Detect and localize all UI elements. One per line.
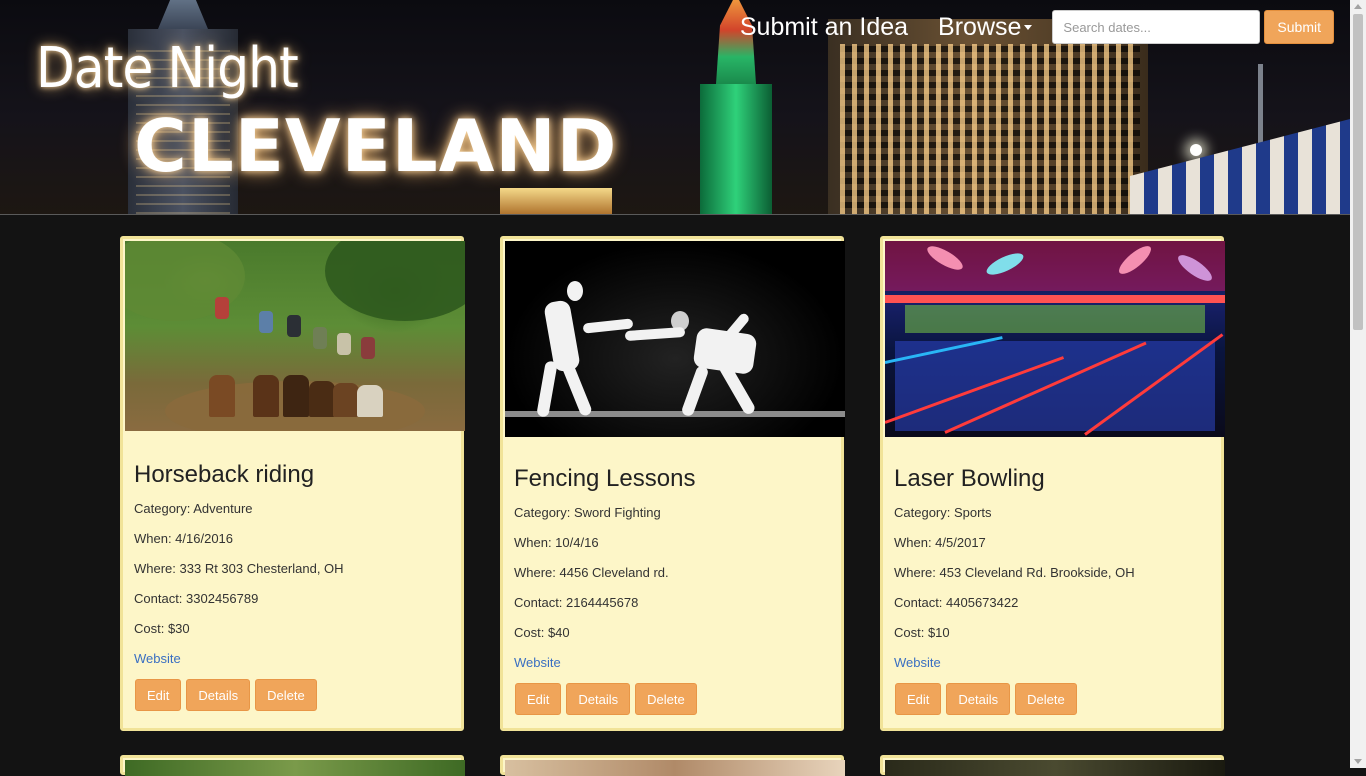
- card-cost: Cost: $10: [894, 625, 950, 640]
- nav-submit-idea[interactable]: Submit an Idea: [740, 13, 908, 42]
- nav-browse-dropdown[interactable]: Browse: [938, 12, 1033, 42]
- date-card: Fencing Lessons Category: Sword Fighting…: [500, 236, 845, 731]
- skyline-spire: [158, 0, 208, 29]
- logo-date-night[interactable]: Date Night: [36, 36, 299, 101]
- delete-button[interactable]: Delete: [255, 679, 317, 711]
- date-card: [880, 755, 1225, 776]
- card-website-link[interactable]: Website: [134, 651, 181, 666]
- card-image: [125, 760, 465, 776]
- card-website-link[interactable]: Website: [894, 655, 941, 670]
- terminal-tower: [700, 84, 772, 214]
- delete-button[interactable]: Delete: [1015, 683, 1077, 715]
- search-input[interactable]: [1052, 10, 1261, 44]
- date-card: Laser Bowling Category: Sports When: 4/5…: [880, 236, 1225, 731]
- arcade-building: [1130, 119, 1350, 214]
- card-image: [885, 760, 1225, 776]
- card-title: Fencing Lessons: [514, 465, 696, 492]
- date-card: Horseback riding Category: Adventure Whe…: [120, 236, 465, 731]
- details-button[interactable]: Details: [566, 683, 631, 715]
- card-title: Horseback riding: [134, 461, 315, 488]
- card-where: Where: 453 Cleveland Rd. Brookside, OH: [894, 565, 1135, 580]
- card-actions: Edit Details Delete: [895, 683, 1082, 715]
- card-image: [505, 760, 845, 776]
- page-scrollbar[interactable]: [1350, 0, 1366, 768]
- date-card: [120, 755, 465, 776]
- card-where: Where: 333 Rt 303 Chesterland, OH: [134, 561, 344, 576]
- logo-cleveland[interactable]: CLEVELAND: [134, 104, 617, 188]
- nav-browse-label: Browse: [938, 12, 1022, 41]
- details-button[interactable]: Details: [186, 679, 251, 711]
- card-where: Where: 4456 Cleveland rd.: [514, 565, 669, 580]
- card-contact: Contact: 4405673422: [894, 595, 1019, 610]
- card-title: Laser Bowling: [894, 465, 1045, 492]
- street-lamp-light: [1190, 144, 1202, 156]
- card-category: Category: Sports: [894, 505, 992, 520]
- details-button[interactable]: Details: [946, 683, 1011, 715]
- edit-button[interactable]: Edit: [135, 679, 182, 711]
- scroll-up-icon[interactable]: [1354, 4, 1362, 9]
- card-category: Category: Sword Fighting: [514, 505, 661, 520]
- card-cost: Cost: $40: [514, 625, 570, 640]
- card-when: When: 4/16/2016: [134, 531, 234, 546]
- card-when: When: 4/5/2017: [894, 535, 986, 550]
- card-when: When: 10/4/16: [514, 535, 599, 550]
- search-submit-button[interactable]: Submit: [1264, 10, 1334, 44]
- card-contact: Contact: 2164445678: [514, 595, 639, 610]
- skyline-building: [500, 188, 612, 214]
- card-website-link[interactable]: Website: [514, 655, 561, 670]
- edit-button[interactable]: Edit: [895, 683, 942, 715]
- edit-button[interactable]: Edit: [515, 683, 562, 715]
- card-contact: Contact: 3302456789: [134, 591, 259, 606]
- horseback-riding-image: [125, 241, 465, 431]
- delete-button[interactable]: Delete: [635, 683, 697, 715]
- card-cost: Cost: $30: [134, 621, 190, 636]
- scroll-down-icon[interactable]: [1354, 759, 1362, 764]
- date-card: [500, 755, 845, 776]
- scroll-thumb[interactable]: [1353, 14, 1363, 330]
- skyline-windows: [840, 44, 1140, 214]
- card-category: Category: Adventure: [134, 501, 253, 516]
- caret-down-icon: [1024, 25, 1033, 31]
- laser-bowling-image: [885, 241, 1225, 437]
- top-nav: Submit an Idea Browse Submit: [740, 10, 1334, 44]
- card-actions: Edit Details Delete: [135, 679, 322, 711]
- fencing-lessons-image: [505, 241, 845, 437]
- header-banner: Date Night CLEVELAND Submit an Idea Brow…: [0, 0, 1350, 215]
- card-actions: Edit Details Delete: [515, 683, 702, 715]
